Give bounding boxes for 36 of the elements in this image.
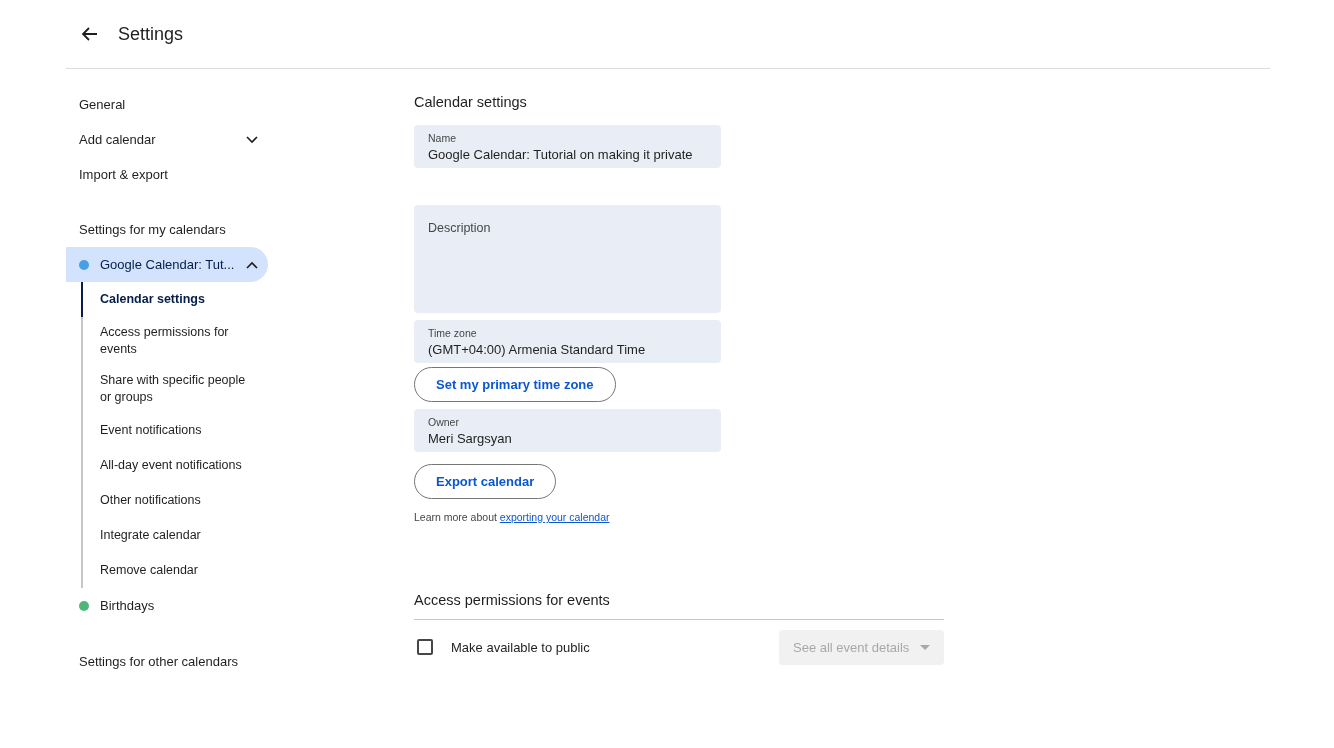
chevron-icon (246, 260, 258, 269)
nav-item[interactable]: Import & export (66, 157, 268, 192)
page-title: Settings (118, 23, 184, 45)
text-field[interactable]: Owner Meri Sargsyan (414, 409, 721, 452)
section-heading: Settings for other calendars (78, 653, 239, 671)
calendar-subsection-link[interactable]: Event notifications (81, 413, 267, 448)
description-field[interactable]: Description (414, 205, 721, 313)
help-text: Learn more about exporting your calendar (414, 511, 611, 523)
field-value: (GMT+04:00) Armenia Standard Time (428, 342, 647, 357)
field-value: Google Calendar: Tutorial on making it private (428, 147, 694, 162)
calendar-item[interactable]: Birthdays (66, 588, 268, 623)
calendar-item[interactable]: Google Calendar: Tut... (66, 247, 268, 282)
calendar-subsection-link[interactable]: Remove calendar (81, 553, 267, 588)
section-heading: Access permissions for events (414, 591, 611, 610)
outlined-button[interactable]: Export calendar (414, 464, 557, 499)
help-link[interactable]: exporting your calendar (499, 511, 610, 523)
field-value: Meri Sargsyan (428, 431, 513, 446)
outlined-button[interactable]: Set my primary time zone (414, 367, 616, 402)
nav-item[interactable]: General (66, 87, 268, 122)
calendar-subsection-link[interactable]: Calendar settings (81, 282, 267, 317)
checkbox-label: Make available to public (451, 639, 591, 655)
calendar-subsection-link[interactable]: Share with specific people or groups (81, 365, 267, 413)
calendar-subsection-link[interactable]: Other notifications (81, 483, 267, 518)
text-field[interactable]: Name Google Calendar: Tutorial on making it private (414, 125, 721, 168)
text-field[interactable]: Time zone (GMT+04:00) Armenia Standard Time (414, 320, 721, 363)
calendar-subsection-link[interactable]: All-day event notifications (81, 448, 267, 483)
field-label: Time zone (428, 327, 478, 339)
section-heading: Calendar settings (414, 93, 528, 112)
dropdown-arrow-icon (920, 644, 930, 650)
nav-item[interactable]: Add calendar (66, 122, 268, 157)
calendar-subsection-link[interactable]: Integrate calendar (81, 518, 267, 553)
field-label: Owner (428, 416, 460, 428)
calendar-subsection-link[interactable]: Access permissions for events (81, 317, 267, 365)
section-heading: Settings for my calendars (78, 221, 227, 239)
field-label: Name (428, 132, 457, 144)
checkbox[interactable] (417, 639, 433, 655)
